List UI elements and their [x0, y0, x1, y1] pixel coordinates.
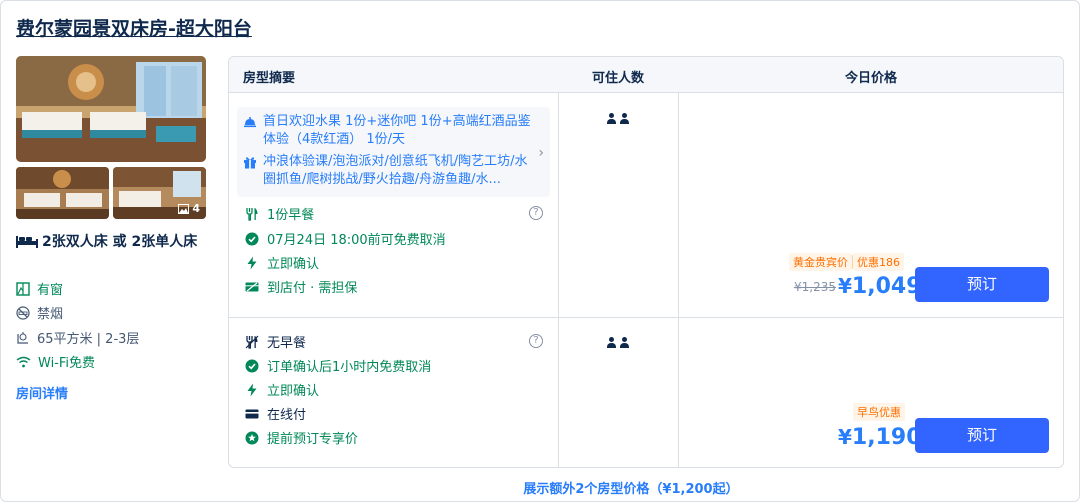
person-icon: [607, 113, 616, 124]
person-icon: [620, 337, 629, 348]
help-icon[interactable]: ?: [529, 206, 543, 220]
star-circle-icon: [245, 431, 259, 444]
person-icon: [620, 113, 629, 124]
promo-row-welcome: 首日欢迎水果 1份+迷你吧 1份+高端红酒品鉴体验（4款红酒） 1份/天: [243, 113, 531, 149]
price-badges: 早鸟优惠: [853, 403, 905, 421]
rate1-cancellation: 07月24日 18:00前可免费取消: [245, 229, 446, 248]
price-badge: 优惠186: [853, 253, 904, 271]
rate2-breakfast: 无早餐: [245, 332, 306, 351]
rate-item-text: 提前预订专享价: [267, 432, 359, 447]
rate2-payment: 在线付: [245, 404, 306, 423]
rate1-breakfast: 1份早餐: [245, 204, 314, 223]
rate-item-text: 1份早餐: [267, 208, 315, 223]
rate-item-text: 到店付 · 需担保: [267, 281, 358, 296]
lightning-icon: [247, 383, 257, 396]
rate2-early-bird: 提前预订专享价: [245, 428, 358, 447]
header-summary: 房型摘要: [243, 71, 296, 86]
price-currency: ¥: [838, 274, 852, 298]
feature-text: 禁烟: [37, 307, 64, 322]
room-photo-thumb-2[interactable]: 4: [113, 167, 206, 219]
guest-count-icon: [607, 337, 629, 348]
photo-count-number: 4: [192, 202, 200, 215]
book-button[interactable]: 预订: [915, 267, 1049, 302]
rate-item-text: 立即确认: [267, 257, 320, 272]
feature-wifi: Wi-Fi免费: [16, 352, 95, 371]
lightning-icon: [247, 256, 257, 269]
room-photo-thumb-1[interactable]: [16, 167, 109, 219]
pay-at-hotel-icon: [245, 281, 259, 292]
column-divider: [678, 93, 679, 467]
rate-item-text: 07月24日 18:00前可免费取消: [267, 233, 446, 248]
image-icon: [178, 203, 190, 214]
bed-icon: [16, 236, 38, 248]
no-breakfast-icon: [245, 335, 259, 349]
rate2-instant-confirm: 立即确认: [245, 380, 319, 399]
person-icon: [607, 337, 616, 348]
promo-text: 冲浪体验课/泡泡派对/创意纸飞机/陶艺工坊/水圈抓鱼/爬树挑战/野火拾趣/舟游鱼…: [263, 154, 528, 187]
rate-item-text: 无早餐: [267, 336, 307, 351]
bed-info: 2张双人床 或 2张单人床: [16, 232, 206, 253]
bed-text: 2张双人床 或 2张单人床: [42, 234, 198, 250]
promo-box[interactable]: 首日欢迎水果 1份+迷你吧 1份+高端红酒品鉴体验（4款红酒） 1份/天 冲浪体…: [237, 107, 550, 197]
price-amount: 1,190: [851, 425, 922, 450]
show-more-rates-link[interactable]: 展示额外2个房型价格（¥1,200起）: [0, 478, 1080, 497]
wifi-icon: [16, 356, 31, 367]
no-smoking-icon: [16, 305, 30, 320]
current-price: ¥1,190: [838, 425, 922, 450]
promo-text: 首日欢迎水果 1份+迷你吧 1份+高端红酒品鉴体验（4款红酒） 1份/天: [263, 114, 531, 147]
rate2-cancellation: 订单确认后1小时内免费取消: [245, 356, 431, 375]
rate-item-text: 立即确认: [267, 384, 320, 399]
original-price: ¥1,235: [794, 280, 836, 294]
rate-item-text: 订单确认后1小时内免费取消: [267, 360, 432, 375]
room-photo-image: [16, 56, 206, 162]
rate-table: 房型摘要 可住人数 今日价格 首日欢迎水果 1份+迷你吧 1份+高端红酒品鉴体验…: [228, 56, 1064, 468]
price-currency: ¥: [838, 425, 852, 449]
window-icon: [16, 281, 30, 296]
room-photo-thumb-image: [16, 167, 109, 219]
rate1-payment: 到店付 · 需担保: [245, 277, 357, 296]
feature-text: 有窗: [37, 283, 64, 298]
feature-text: Wi-Fi免费: [38, 356, 96, 371]
rate-table-header: 房型摘要 可住人数 今日价格: [229, 57, 1063, 93]
guest-count-icon: [607, 113, 629, 124]
price-badge: 早鸟优惠: [853, 403, 905, 421]
price-badges: 黄金贵宾价 优惠186: [789, 253, 904, 271]
area-icon: [17, 331, 28, 344]
photo-count: 4: [178, 202, 200, 215]
card-icon: [245, 409, 259, 418]
book-button[interactable]: 预订: [915, 418, 1049, 453]
header-price: 今日价格: [845, 71, 898, 86]
fork-knife-icon: [246, 207, 258, 221]
room-details-link[interactable]: 房间详情: [16, 383, 68, 402]
column-divider: [558, 93, 559, 467]
price-amount: 1,049: [851, 274, 922, 299]
promo-row-activities: 冲浪体验课/泡泡派对/创意纸飞机/陶艺工坊/水圈抓鱼/爬树挑战/野火拾趣/舟游鱼…: [243, 153, 531, 189]
header-guests: 可住人数: [592, 71, 645, 86]
welcome-bell-icon: [244, 117, 256, 128]
check-circle-icon: [245, 359, 259, 372]
feature-window: 有窗: [16, 279, 63, 298]
room-title[interactable]: 费尔蒙园景双床房-超大阳台: [16, 14, 252, 41]
help-icon[interactable]: ?: [529, 334, 543, 348]
price-badge: 黄金贵宾价: [789, 253, 852, 271]
room-photo-main[interactable]: [16, 56, 206, 162]
feature-area: 65平方米 | 2-3层: [16, 328, 139, 347]
check-circle-icon: [245, 232, 259, 245]
feature-no-smoking: 禁烟: [16, 303, 63, 322]
current-price: ¥1,049: [838, 274, 922, 299]
chevron-right-icon[interactable]: ›: [538, 145, 544, 161]
rate-item-text: 在线付: [267, 408, 307, 423]
gift-icon: [244, 157, 256, 169]
feature-text: 65平方米 | 2-3层: [37, 332, 140, 347]
rate1-instant-confirm: 立即确认: [245, 253, 319, 272]
row-divider: [229, 317, 1063, 318]
